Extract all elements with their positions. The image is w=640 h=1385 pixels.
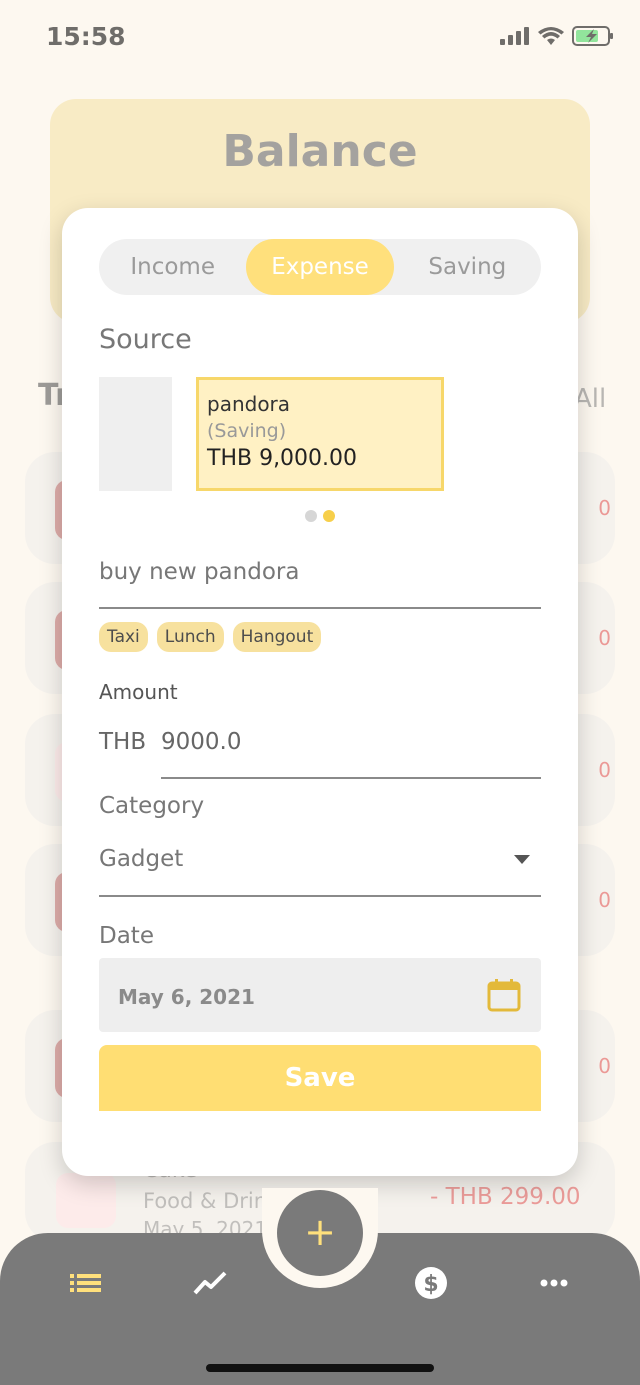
home-indicator — [206, 1364, 434, 1372]
tab-income[interactable]: Income — [99, 239, 246, 295]
carousel-indicator — [305, 510, 335, 522]
currency-prefix: THB — [99, 729, 147, 755]
carousel-dot-active[interactable] — [323, 510, 335, 522]
tab-saving[interactable]: Saving — [394, 239, 541, 295]
list-icon[interactable] — [70, 1272, 102, 1294]
date-value: May 6, 2021 — [118, 985, 255, 1009]
chip-lunch[interactable]: Lunch — [156, 622, 224, 652]
add-button[interactable]: + — [277, 1190, 363, 1276]
calendar-icon[interactable] — [487, 978, 521, 1012]
quick-chips: Taxi Lunch Hangout — [99, 622, 322, 652]
save-button[interactable]: Save — [99, 1045, 541, 1111]
source-card-placeholder[interactable] — [99, 377, 172, 491]
note-underline — [99, 607, 541, 609]
tab-expense[interactable]: Expense — [246, 239, 394, 295]
carousel-dot[interactable] — [305, 510, 317, 522]
trend-icon[interactable] — [193, 1270, 227, 1296]
source-label: Source — [99, 324, 192, 355]
source-card-selected[interactable]: pandora (Saving) THB 9,000.00 — [196, 377, 444, 491]
add-transaction-modal: Income Expense Saving Source pandora (Sa… — [62, 208, 578, 1176]
chip-taxi[interactable]: Taxi — [99, 622, 148, 652]
dollar-icon[interactable]: $ — [414, 1266, 448, 1300]
category-underline — [99, 895, 541, 897]
amount-input[interactable]: 9000.0 — [161, 729, 241, 755]
category-select[interactable]: Gadget — [99, 846, 183, 872]
amount-underline — [161, 777, 541, 779]
type-segmented-control: Income Expense Saving — [99, 239, 541, 295]
category-label: Category — [99, 793, 205, 819]
chip-hangout[interactable]: Hangout — [232, 622, 322, 652]
note-input[interactable]: buy new pandora — [99, 559, 299, 585]
source-type: (Saving) — [207, 420, 287, 442]
more-icon[interactable] — [540, 1278, 568, 1288]
svg-text:$: $ — [423, 1272, 438, 1297]
source-name: pandora — [207, 392, 291, 416]
date-label: Date — [99, 923, 154, 949]
date-field[interactable]: May 6, 2021 — [99, 958, 541, 1032]
amount-label: Amount — [99, 680, 178, 704]
chevron-down-icon[interactable] — [514, 855, 530, 864]
source-amount: THB 9,000.00 — [207, 446, 358, 471]
